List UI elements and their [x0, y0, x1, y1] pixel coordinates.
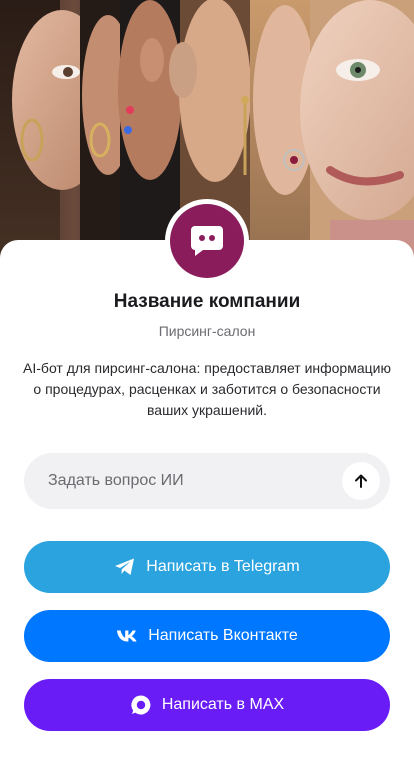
max-button-label: Написать в MAX: [161, 696, 285, 713]
telegram-icon: [114, 556, 136, 578]
chat-bubble-icon: [191, 226, 223, 256]
vk-button-label: Написать Вконтакте: [148, 627, 298, 644]
ask-ai-field[interactable]: [24, 453, 390, 509]
max-button[interactable]: Написать в MAX: [24, 679, 390, 731]
page: Название компании Пирсинг-салон AI-бот д…: [0, 0, 414, 770]
company-name: Название компании: [113, 291, 301, 312]
vk-button[interactable]: Написать Вконтакте: [24, 610, 390, 662]
arrow-up-icon: [355, 474, 367, 488]
telegram-button[interactable]: Написать в Telegram: [24, 541, 390, 593]
ask-ai-input[interactable]: [48, 453, 348, 509]
vk-icon: [116, 625, 138, 647]
send-button[interactable]: [342, 462, 380, 500]
max-icon: [130, 694, 152, 716]
avatar: [170, 204, 244, 278]
company-description: AI-бот для пирсинг-салона: предоставляет…: [23, 360, 391, 418]
telegram-button-label: Написать в Telegram: [146, 558, 300, 575]
company-category: Пирсинг-салон: [158, 323, 256, 339]
